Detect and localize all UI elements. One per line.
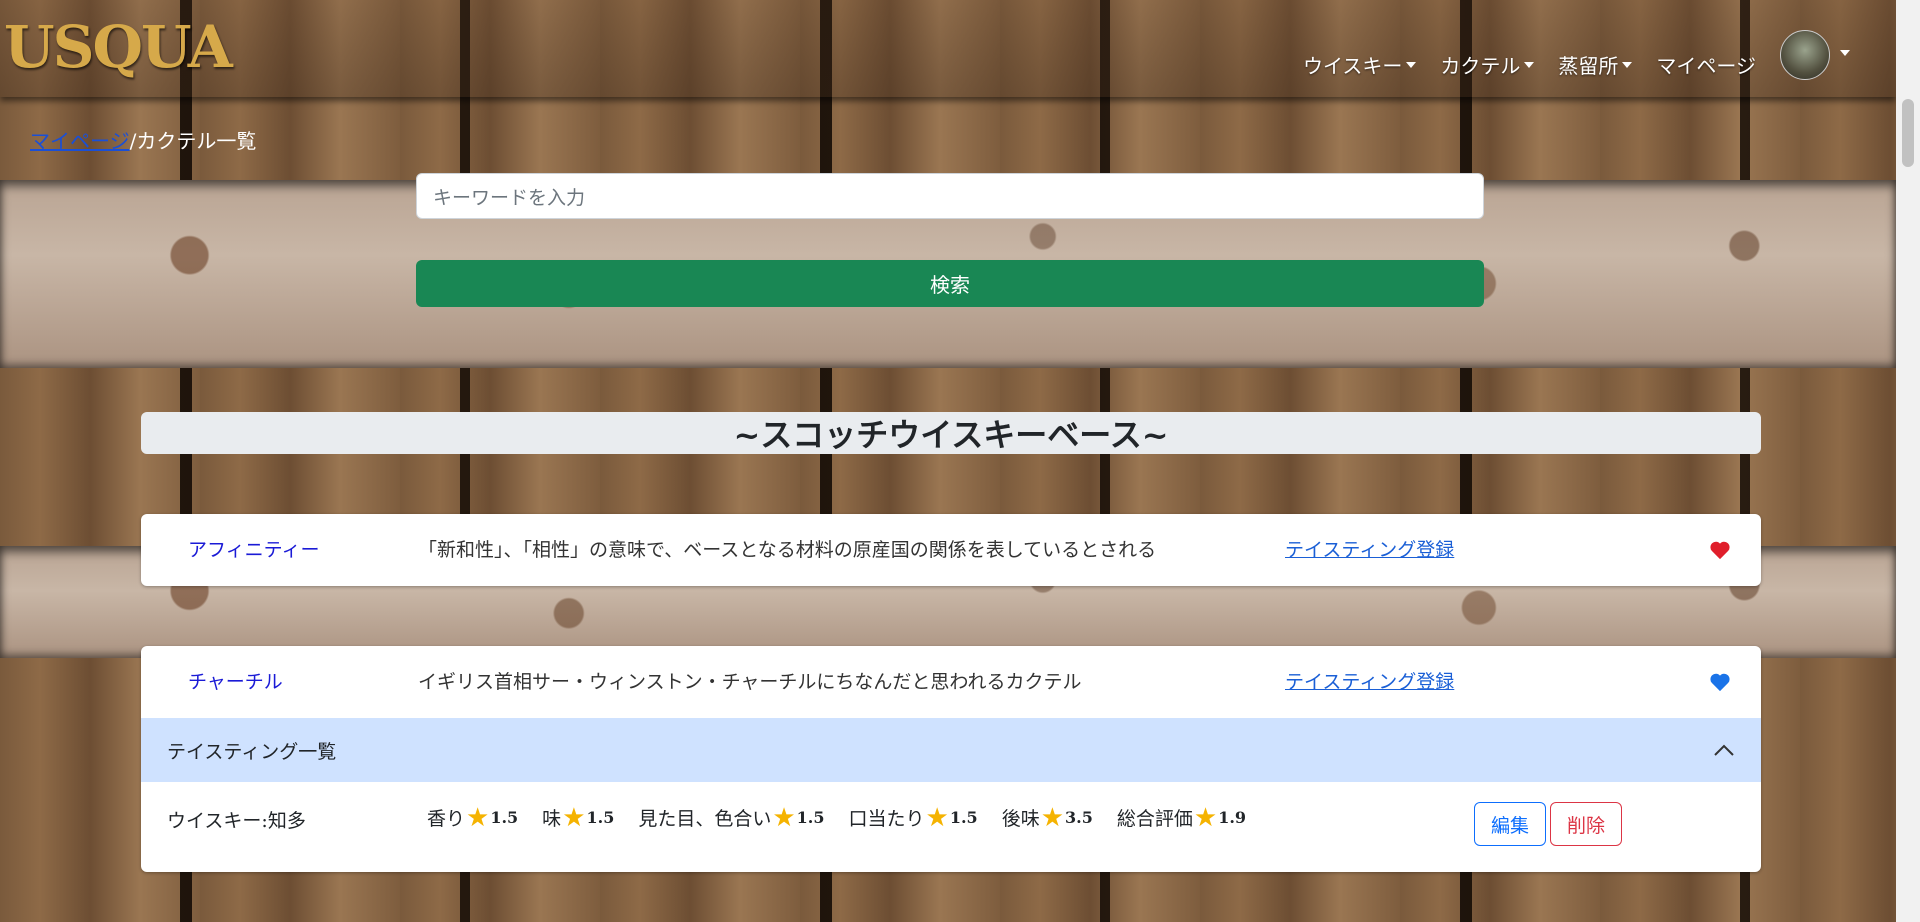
rating-value: 3.5 — [1065, 808, 1093, 827]
rating-label: 総合評価 — [1116, 808, 1193, 830]
star-icon: ★ — [1040, 802, 1065, 833]
edit-button[interactable]: 編集 — [1474, 802, 1546, 846]
tasting-register-link[interactable]: テイスティング登録 — [1285, 646, 1454, 718]
cocktail-card: アフィニティー 「新和性」、「相性」の意味で、ベースとなる材料の原産国の関係を表… — [141, 514, 1761, 586]
nav-item-label: 蒸留所 — [1558, 54, 1619, 78]
site-logo[interactable]: USQUA — [4, 18, 233, 76]
search-placeholder: キーワードを入力 — [433, 186, 586, 209]
tasting-ratings: 香り ★ 1.5 味 ★ 1.5 見た目、色合い ★ 1.5 口当たり ★ 1.5 後味 ★ 3.5… — [427, 804, 1270, 831]
cocktail-row: アフィニティー 「新和性」、「相性」の意味で、ベースとなる材料の原産国の関係を表… — [141, 514, 1761, 586]
breadcrumb-current: カクテル一覧 — [136, 129, 257, 153]
rating-label: 味 — [542, 808, 562, 830]
star-icon: ★ — [772, 802, 796, 833]
breadcrumb: マイページ/カクテル一覧 — [30, 125, 256, 154]
navbar: USQUA ウイスキー カクテル 蒸留所 マイページ — [0, 0, 1896, 97]
nav-item-label: マイページ — [1656, 54, 1756, 78]
search-button[interactable]: 検索 — [416, 260, 1484, 307]
tasting-register-link[interactable]: テイスティング登録 — [1285, 514, 1454, 586]
star-icon: ★ — [562, 802, 586, 833]
chevron-up-icon[interactable] — [1713, 743, 1735, 757]
rating-item: 味 ★ 1.5 — [542, 804, 614, 831]
caret-down-icon — [1622, 61, 1633, 68]
nav-item-whisky[interactable]: ウイスキー — [1302, 50, 1417, 79]
scrollbar-track — [1896, 0, 1920, 97]
cocktail-card: チャーチル イギリス首相サー・ウィンストン・チャーチルにちなんだと思われるカクテ… — [141, 646, 1761, 872]
rating-label: 見た目、色合い — [638, 808, 772, 830]
cocktail-name-link[interactable]: チャーチル — [188, 646, 283, 718]
delete-button[interactable]: 削除 — [1550, 802, 1622, 846]
tasting-accordion-header[interactable]: テイスティング一覧 — [141, 718, 1761, 782]
rating-item: 香り ★ 1.5 — [427, 804, 518, 831]
scrollbar-thumb[interactable] — [1902, 99, 1914, 167]
star-icon: ★ — [925, 802, 949, 833]
caret-down-icon — [1406, 61, 1417, 68]
nav-item-cocktail[interactable]: カクテル — [1440, 50, 1535, 79]
rating-item: 後味 ★ 3.5 — [1002, 804, 1093, 831]
tasting-whisky: ウイスキー:知多 — [167, 810, 306, 832]
cocktail-description: イギリス首相サー・ウィンストン・チャーチルにちなんだと思われるカクテル — [418, 671, 1082, 693]
breadcrumb-link-mypage[interactable]: マイページ — [30, 129, 130, 153]
nav-item-label: カクテル — [1440, 54, 1521, 78]
rating-label: 香り — [427, 808, 466, 830]
nav-item-label: ウイスキー — [1302, 54, 1403, 78]
nav-item-distillery[interactable]: 蒸留所 — [1558, 50, 1633, 79]
tasting-entry: ウイスキー:知多 香り ★ 1.5 味 ★ 1.5 見た目、色合い ★ 1.5 口当たり ★ 1… — [141, 782, 1761, 872]
heart-icon[interactable] — [1709, 672, 1731, 692]
rating-label: 後味 — [1001, 808, 1040, 830]
star-icon: ★ — [1193, 802, 1218, 833]
rating-value: 1.5 — [586, 808, 615, 827]
nav-item-mypage[interactable]: マイページ — [1656, 50, 1756, 79]
caret-down-icon — [1524, 61, 1535, 68]
user-avatar[interactable] — [1780, 30, 1830, 80]
nav-menu: ウイスキー カクテル 蒸留所 マイページ — [1279, 50, 1756, 79]
rating-item: 見た目、色合い ★ 1.5 — [638, 804, 824, 831]
rating-value: 1.5 — [796, 808, 825, 827]
rating-item: 総合評価 ★ 1.9 — [1117, 804, 1246, 831]
cocktail-description: 「新和性」、「相性」の意味で、ベースとなる材料の原産国の関係を表しているとされる — [418, 539, 1157, 561]
search-input[interactable]: キーワードを入力 — [416, 173, 1484, 219]
star-icon: ★ — [466, 802, 490, 833]
cocktail-row: チャーチル イギリス首相サー・ウィンストン・チャーチルにちなんだと思われるカクテ… — [141, 646, 1761, 718]
rating-value: 1.5 — [949, 808, 978, 827]
rating-item: 口当たり ★ 1.5 — [849, 804, 978, 831]
scrollbar[interactable] — [1896, 97, 1920, 922]
rating-value: 1.9 — [1218, 808, 1247, 827]
accordion-title: テイスティング一覧 — [167, 740, 337, 763]
rating-value: 1.5 — [490, 808, 519, 827]
caret-down-icon[interactable] — [1840, 50, 1850, 56]
section-title: ~スコッチウイスキーベース~ — [141, 412, 1761, 454]
cocktail-name-link[interactable]: アフィニティー — [188, 514, 319, 586]
rating-label: 口当たり — [848, 808, 925, 830]
heart-icon[interactable] — [1709, 540, 1731, 560]
